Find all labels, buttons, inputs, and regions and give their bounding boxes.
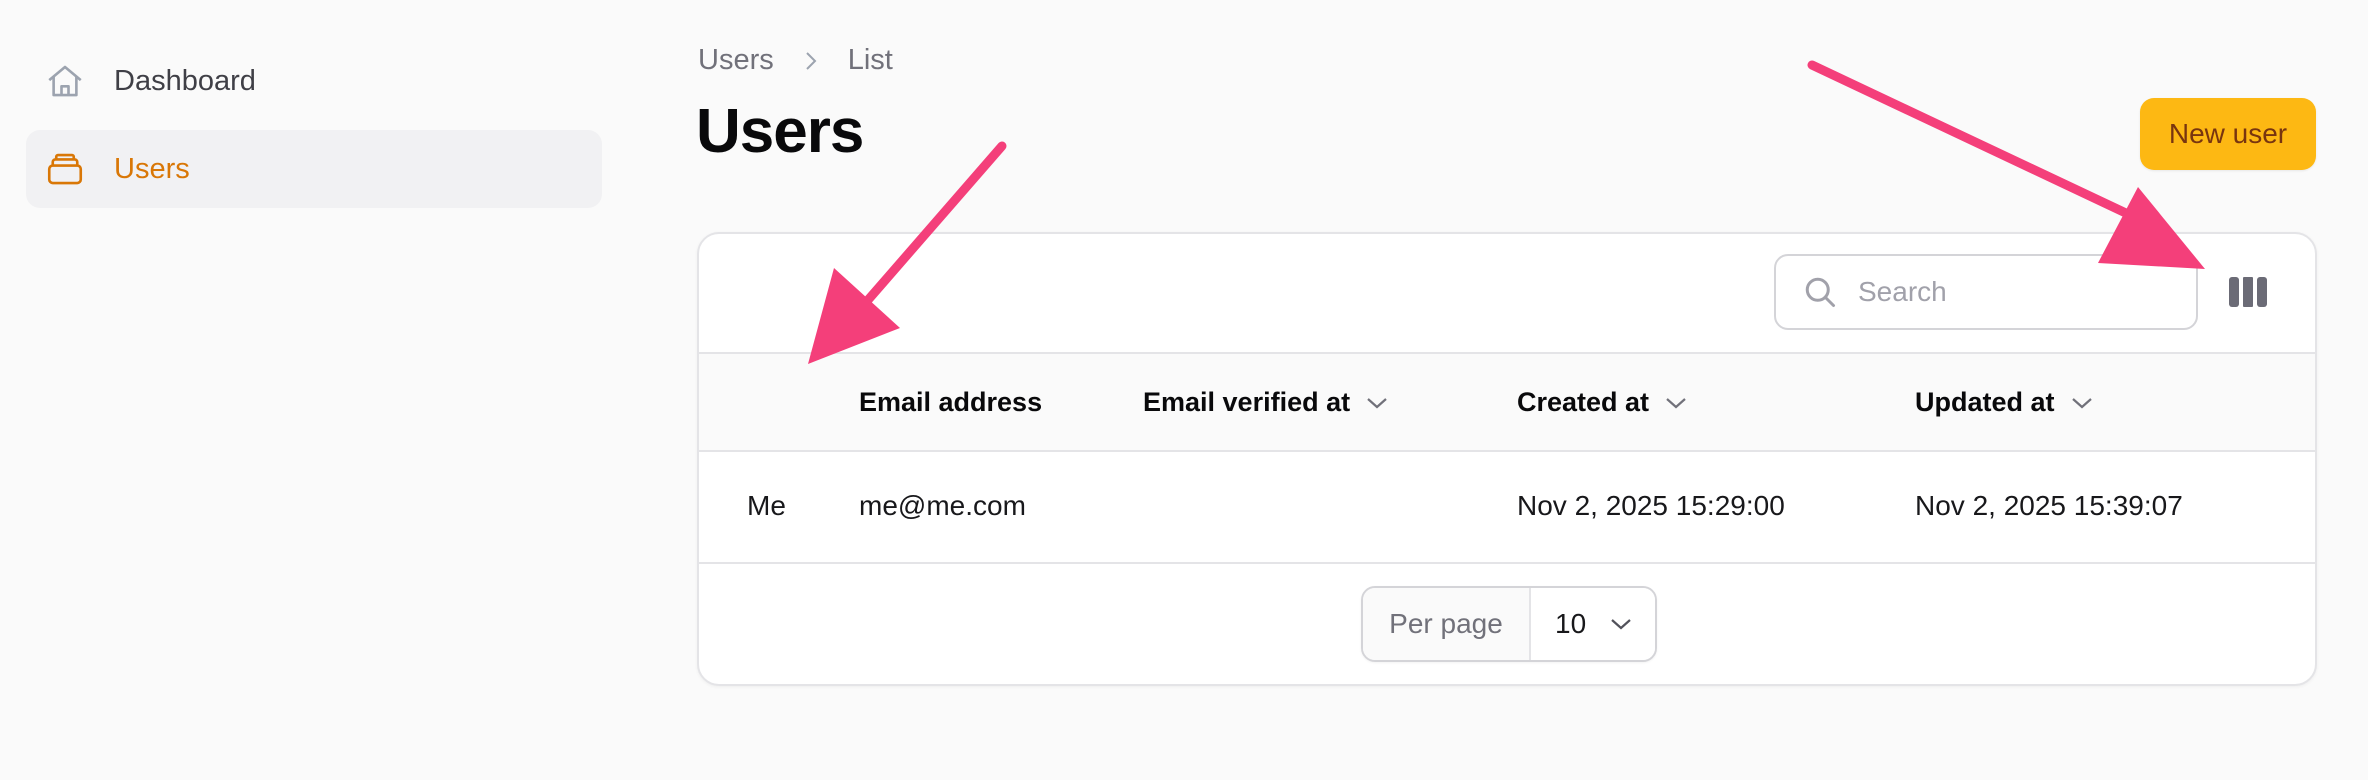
- search-input[interactable]: [1858, 276, 2178, 308]
- column-header-label: Updated at: [1915, 387, 2055, 417]
- table-header: Email address Email verified at Created …: [699, 354, 2315, 452]
- column-header-email-verified-at[interactable]: Email verified at: [1143, 387, 1388, 418]
- pagination: Per page 10: [699, 564, 2315, 684]
- column-toggle-button[interactable]: [2227, 272, 2269, 312]
- page-title: Users: [696, 97, 864, 166]
- table-row[interactable]: Me me@me.com Nov 2, 2025 15:29:00 Nov 2,…: [699, 452, 2315, 564]
- view-columns-icon: [2229, 277, 2267, 307]
- sidebar-item-label: Dashboard: [114, 64, 256, 97]
- column-header-email: Email address: [859, 387, 1042, 418]
- cell-updated-at: Nov 2, 2025 15:39:07: [1915, 490, 2183, 521]
- chevron-down-icon: [1666, 397, 1686, 408]
- per-page-label: Per page: [1363, 588, 1531, 660]
- breadcrumb: Users List: [698, 44, 893, 77]
- column-header-created-at[interactable]: Created at: [1517, 387, 1687, 418]
- chevron-right-icon: [806, 51, 817, 70]
- per-page-value: 10: [1555, 608, 1587, 639]
- column-header-label: Email address: [859, 387, 1043, 417]
- per-page-select[interactable]: 10: [1531, 588, 1655, 660]
- cell-created-at: Nov 2, 2025 15:29:00: [1517, 490, 1785, 521]
- breadcrumb-current: List: [847, 44, 893, 76]
- search-icon: [1805, 277, 1835, 307]
- sidebar-item-label: Users: [114, 152, 190, 185]
- sidebar-item-users[interactable]: Users: [26, 130, 602, 208]
- stack-icon: [44, 148, 86, 190]
- cell-name: Me: [747, 490, 786, 521]
- chevron-down-icon: [2071, 397, 2092, 408]
- chevron-down-icon: [1611, 619, 1631, 630]
- breadcrumb-users-link[interactable]: Users: [698, 44, 774, 77]
- new-user-button[interactable]: New user: [2140, 98, 2316, 170]
- column-header-label: Created at: [1517, 387, 1650, 417]
- column-header-updated-at[interactable]: Updated at: [1915, 387, 2093, 418]
- chevron-down-icon: [1367, 397, 1387, 408]
- sidebar-item-dashboard[interactable]: Dashboard: [26, 46, 602, 116]
- search-field[interactable]: [1774, 254, 2198, 330]
- users-table-card: Email address Email verified at Created …: [697, 232, 2317, 686]
- column-header-label: Email verified at: [1143, 387, 1351, 417]
- sidebar: Dashboard Users: [26, 46, 602, 218]
- cell-email: me@me.com: [859, 490, 1026, 521]
- table-toolbar: [699, 234, 2315, 354]
- per-page-control: Per page 10: [1361, 586, 1657, 662]
- home-icon: [44, 60, 86, 102]
